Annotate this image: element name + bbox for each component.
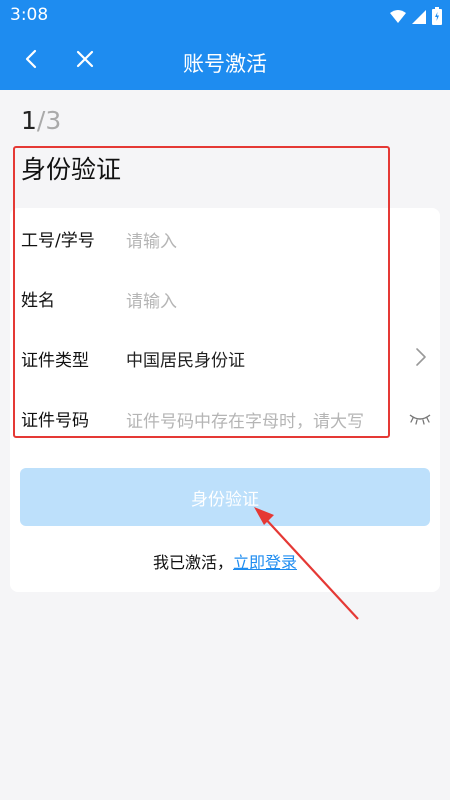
step-total: /3 — [36, 106, 62, 135]
app-bar: 账号激活 — [0, 32, 450, 90]
id-number-input[interactable]: 证件号码中存在字母时，请大写 — [126, 407, 364, 432]
status-time: 3:08 — [10, 5, 49, 25]
name-label: 姓名 — [21, 291, 55, 311]
id-type-label: 证件类型 — [21, 351, 89, 371]
status-bar: 3:08 — [0, 0, 450, 32]
form-card — [10, 208, 440, 592]
login-link[interactable]: 立即登录 — [233, 553, 297, 572]
verify-identity-button[interactable]: 身份验证 — [20, 468, 430, 526]
chevron-right-icon[interactable] — [410, 345, 430, 369]
section-title: 身份验证 — [21, 155, 122, 184]
status-icons — [390, 7, 442, 29]
id-type-select[interactable]: 中国居民身份证 — [126, 346, 245, 371]
step-current: 1 — [21, 106, 37, 135]
employee-id-input[interactable]: 请输入 — [126, 227, 177, 252]
signal-icon — [412, 9, 426, 28]
login-prompt-text: 我已激活， — [152, 553, 233, 572]
id-number-label: 证件号码 — [21, 411, 89, 431]
employee-id-label: 工号/学号 — [21, 231, 95, 251]
name-input[interactable]: 请输入 — [126, 287, 177, 312]
login-prompt: 我已激活，立即登录 — [0, 549, 450, 573]
step-indicator: 1/3 — [21, 106, 61, 135]
eye-closed-icon[interactable] — [407, 410, 433, 426]
wifi-icon — [390, 9, 406, 28]
battery-icon — [432, 7, 442, 29]
page-title: 账号激活 — [183, 52, 267, 76]
